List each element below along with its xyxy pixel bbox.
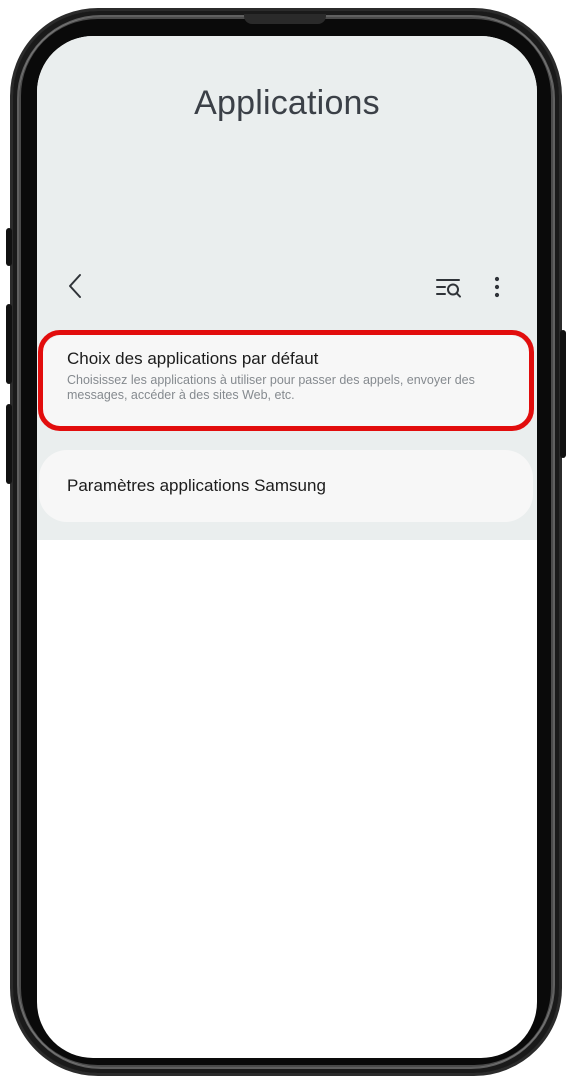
- list-item-title: Choix des applications par défaut: [67, 349, 319, 368]
- more-options-button[interactable]: [489, 272, 505, 302]
- earpiece-speaker: [244, 14, 326, 24]
- volume-down-button: [6, 404, 12, 484]
- search-list-icon: [436, 279, 461, 298]
- toolbar: [37, 266, 537, 306]
- volume-up-button: [6, 304, 12, 384]
- list-item-title: Paramètres applications Samsung: [67, 476, 326, 495]
- list-item-subtitle: Choisissez les applications à utiliser p…: [67, 373, 475, 402]
- back-button[interactable]: [63, 270, 91, 302]
- samsung-app-settings-item[interactable]: Paramètres applications Samsung: [39, 450, 533, 522]
- page-title: Applications: [194, 84, 380, 122]
- more-vertical-icon: [494, 276, 500, 298]
- side-button: [6, 228, 12, 266]
- settings-panel: Applications Choix des applications par …: [37, 36, 537, 540]
- default-apps-item[interactable]: Choix des applications par défaut Choisi…: [39, 334, 533, 428]
- search-button[interactable]: [433, 272, 465, 302]
- chevron-left-icon: [69, 274, 81, 298]
- power-button: [560, 330, 566, 458]
- screen: Applications Choix des applications par …: [37, 36, 537, 1058]
